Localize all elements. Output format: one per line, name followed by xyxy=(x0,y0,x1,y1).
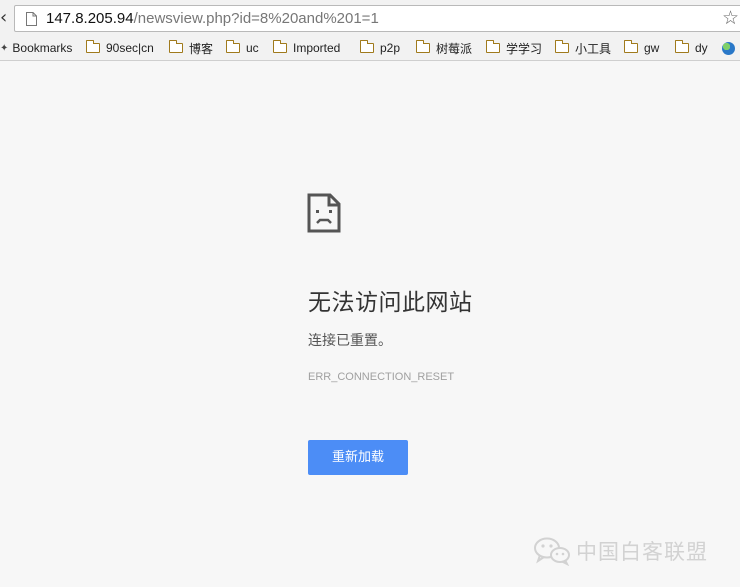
bookmark-item-tools[interactable]: 小工具 xyxy=(554,40,612,56)
star-icon: ✦ xyxy=(0,42,9,54)
watermark-text: 中国白客联盟 xyxy=(576,540,708,564)
bookmark-item-study[interactable]: 学学习 xyxy=(485,40,543,56)
bookmark-item-uc[interactable]: uc xyxy=(225,40,259,56)
bookmark-star-icon[interactable]: ☆ xyxy=(722,8,739,28)
wechat-icon xyxy=(534,537,570,566)
error-title: 无法访问此网站 xyxy=(308,290,473,316)
error-description: 连接已重置。 xyxy=(308,333,392,349)
bookmark-label: 树莓派 xyxy=(436,41,473,56)
page-icon xyxy=(26,12,37,26)
browser-toolbar: ‹ 147.8.205.94/newsview.php?id=8%20and%2… xyxy=(0,0,740,36)
watermark: 中国白客联盟 xyxy=(532,534,708,568)
folder-icon xyxy=(674,40,689,53)
sad-page-icon xyxy=(307,193,341,233)
folder-icon xyxy=(623,40,638,53)
bookmark-label: Bookmarks xyxy=(12,41,73,55)
folder-icon xyxy=(272,40,287,53)
error-code: ERR_CONNECTION_RESET xyxy=(308,371,455,383)
bookmark-item-blog[interactable]: 博客 xyxy=(168,40,214,56)
bookmark-item-globe[interactable] xyxy=(722,40,735,56)
bookmark-item-gw[interactable]: gw xyxy=(623,40,660,56)
globe-icon xyxy=(722,41,735,55)
back-button[interactable]: ‹ xyxy=(0,9,10,27)
bookmark-label: 90sec|cn xyxy=(106,41,154,55)
url-text[interactable]: 147.8.205.94/newsview.php?id=8%20and%201… xyxy=(46,10,379,28)
bookmark-label: gw xyxy=(644,41,660,55)
bookmark-label: 博客 xyxy=(189,41,214,56)
address-bar[interactable]: 147.8.205.94/newsview.php?id=8%20and%201… xyxy=(14,5,740,32)
bookmark-label: 小工具 xyxy=(575,41,612,56)
bookmark-item-raspberry-pi[interactable]: 树莓派 xyxy=(415,40,473,56)
bookmark-item-p2p[interactable]: p2p xyxy=(359,40,401,56)
bookmark-item-bookmarks[interactable]: ✦ Bookmarks xyxy=(0,40,72,56)
bookmark-item-dy[interactable]: dy xyxy=(674,40,708,56)
bookmark-label: p2p xyxy=(380,41,401,55)
bookmark-item-90sec[interactable]: 90sec|cn xyxy=(85,40,154,56)
folder-icon xyxy=(485,40,500,53)
url-path: /newsview.php?id=8%20and%201=1 xyxy=(133,10,379,27)
bookmark-label: uc xyxy=(246,41,259,55)
bookmark-label: Imported xyxy=(293,41,341,55)
bookmarks-bar: ✦ Bookmarks 90sec|cn 博客 uc Imported p2p … xyxy=(0,36,740,61)
url-host: 147.8.205.94 xyxy=(46,10,134,27)
bookmark-item-imported[interactable]: Imported xyxy=(272,40,341,56)
folder-icon xyxy=(85,40,100,53)
folder-icon xyxy=(225,40,240,53)
bookmark-label: dy xyxy=(695,41,708,55)
folder-icon xyxy=(168,40,183,53)
folder-icon xyxy=(554,40,569,53)
folder-icon xyxy=(415,40,430,53)
bookmark-label: 学学习 xyxy=(506,41,543,56)
reload-button[interactable]: 重新加载 xyxy=(308,440,408,475)
folder-icon xyxy=(359,40,374,53)
